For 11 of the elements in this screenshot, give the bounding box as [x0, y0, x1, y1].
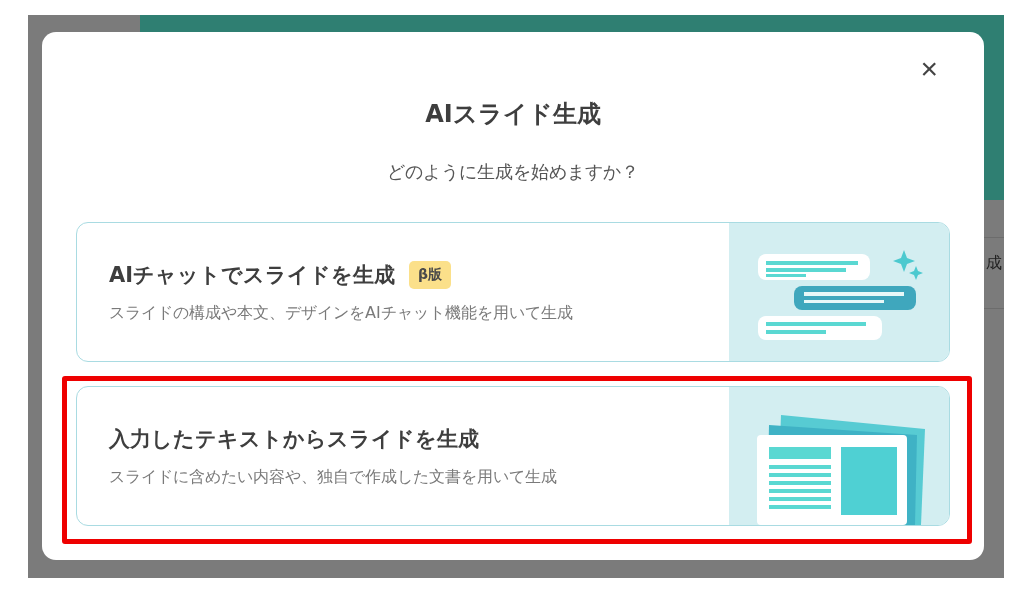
background-text: 成 [986, 253, 1002, 274]
dialog-title: AIスライド生成 [425, 99, 601, 130]
option-title: 入力したテキストからスライドを生成 [109, 425, 479, 453]
option-card[interactable]: AIチャットでスライドを生成 β版 スライドの構成や本文、デザインをAIチャット機能を用いて生成 [76, 222, 950, 362]
option-card[interactable]: 入力したテキストからスライドを生成 スライドに含めたい内容や、独自で作成した文書を用いて生成 [76, 386, 950, 526]
option-description: スライドに含めたい内容や、独自で作成した文書を用いて生成 [109, 466, 558, 488]
option-title: AIチャットでスライドを生成 [109, 261, 396, 289]
close-button[interactable]: × [916, 54, 942, 84]
beta-badge: β版 [409, 260, 452, 289]
dialog-subtitle: どのように生成を始めますか？ [387, 160, 639, 184]
option-description: スライドの構成や本文、デザインをAIチャット機能を用いて生成 [109, 302, 574, 324]
